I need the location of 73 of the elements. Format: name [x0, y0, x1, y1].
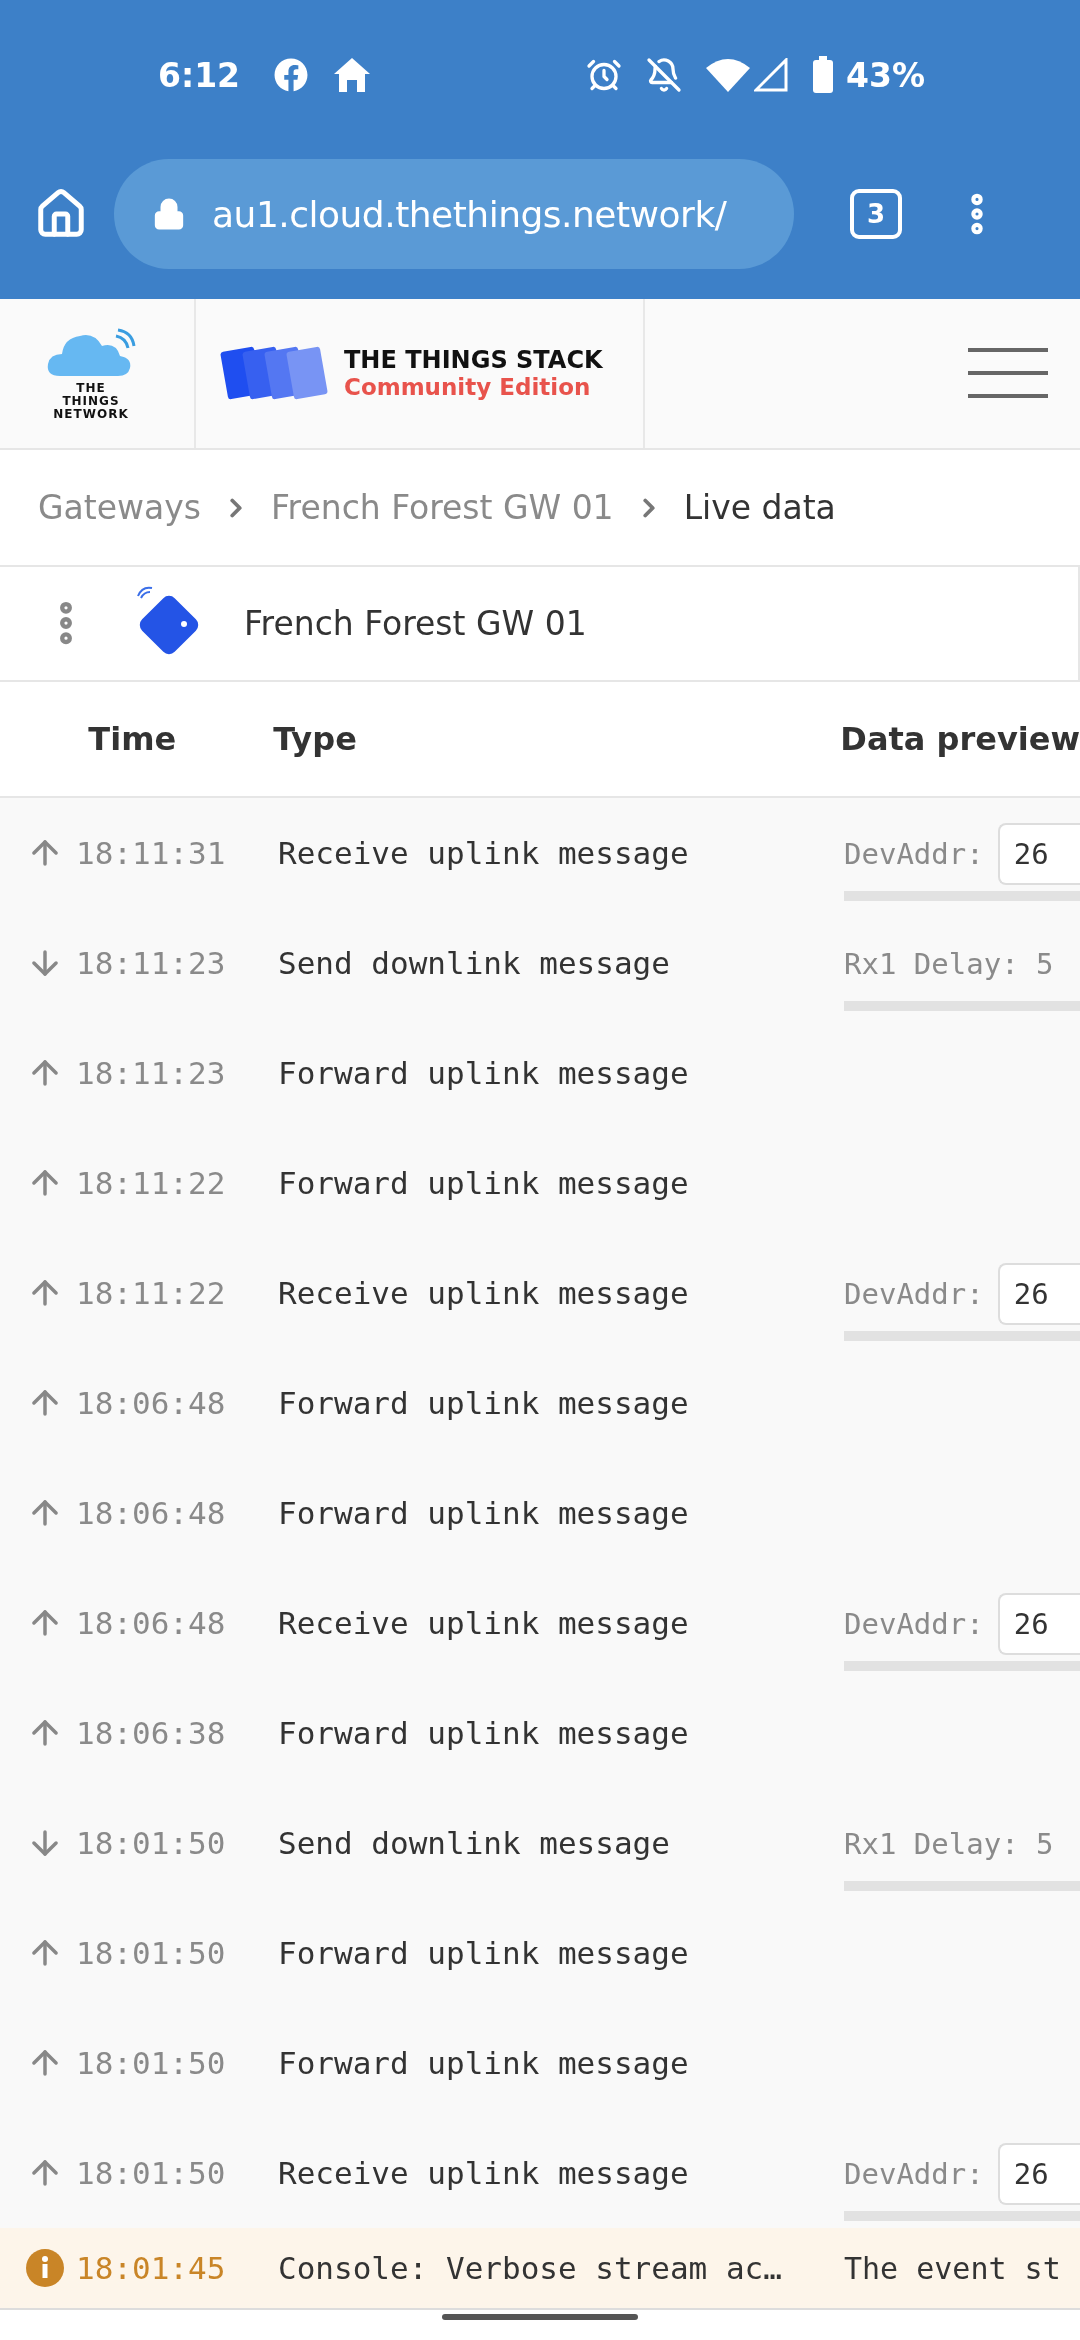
- gateway-name: French Forest GW 01: [244, 603, 587, 643]
- event-time: 18:01:50: [76, 1935, 227, 1972]
- event-time: 18:11:31: [76, 835, 227, 872]
- event-row[interactable]: 18:01:50 Forward uplink message: [0, 2008, 1080, 2119]
- event-type: Receive uplink message: [278, 1275, 690, 1312]
- preview-label: DevAddr:: [844, 1277, 984, 1312]
- event-type: Send downlink message: [278, 945, 671, 982]
- event-row-highlighted[interactable]: 18:01:45 Console: Verbose stream ac… The event st: [0, 2228, 1080, 2309]
- event-time: 18:01:50: [76, 2045, 227, 2082]
- signal-icon: [754, 58, 788, 92]
- event-time: 18:06:48: [76, 1385, 227, 1422]
- home-handle[interactable]: [442, 2314, 638, 2321]
- event-time: 18:06:48: [76, 1495, 227, 1532]
- clock: 6:12: [158, 55, 241, 95]
- column-header: Type: [273, 719, 358, 758]
- menu-button[interactable]: [968, 348, 1048, 399]
- event-type: Forward uplink message: [278, 1165, 690, 1202]
- battery-icon: [812, 56, 834, 94]
- event-time: 18:06:48: [76, 1605, 227, 1642]
- event-row[interactable]: 18:06:48 Forward uplink message: [0, 1348, 1080, 1459]
- event-type: Receive uplink message: [278, 2155, 690, 2192]
- event-type: Forward uplink message: [278, 1055, 690, 1092]
- info-icon: [26, 2249, 64, 2288]
- alarm-icon: [586, 57, 622, 93]
- event-type: Forward uplink message: [278, 1715, 690, 1752]
- preview-value: 26: [997, 2143, 1080, 2206]
- event-row[interactable]: 18:11:23 Send downlink message Rx1 Delay: 5: [0, 908, 1080, 1019]
- event-type: Receive uplink message: [278, 1605, 690, 1642]
- event-type: Forward uplink message: [278, 1495, 690, 1532]
- event-row[interactable]: 18:01:50 Forward uplink message: [0, 1898, 1080, 2009]
- event-time: 18:06:38: [76, 1715, 227, 1752]
- tab-count-button[interactable]: 3: [850, 189, 902, 240]
- preview-label: DevAddr:: [844, 2157, 984, 2192]
- event-row[interactable]: 18:11:23 Forward uplink message: [0, 1018, 1080, 1129]
- bell-off-icon: [646, 57, 682, 93]
- event-time: 18:11:23: [76, 1055, 227, 1092]
- column-header: Data preview: [840, 719, 1080, 758]
- facebook-icon: [274, 58, 309, 92]
- event-type: Forward uplink message: [278, 1935, 690, 1972]
- event-row[interactable]: 18:01:50 Send downlink message Rx1 Delay: 5: [0, 1788, 1080, 1899]
- event-row[interactable]: 18:11:22 Receive uplink message DevAddr: 26: [0, 1238, 1080, 1349]
- event-type: Forward uplink message: [278, 1385, 690, 1422]
- column-header: Time: [88, 719, 178, 758]
- preview-label: Rx1 Delay: 5: [844, 947, 1054, 982]
- event-time: 18:01:50: [76, 2155, 227, 2192]
- event-row[interactable]: 18:06:48 Forward uplink message: [0, 1458, 1080, 1569]
- event-type: Console: Verbose stream ac…: [278, 2250, 783, 2287]
- wifi-icon: [706, 58, 750, 92]
- battery-percent: 43%: [846, 55, 925, 95]
- event-type: Forward uplink message: [278, 2045, 690, 2082]
- event-time: 18:11:22: [76, 1275, 227, 1312]
- preview-label: Rx1 Delay: 5: [844, 1827, 1054, 1862]
- event-row[interactable]: 18:06:38 Forward uplink message: [0, 1678, 1080, 1789]
- event-row[interactable]: 18:11:22 Forward uplink message: [0, 1128, 1080, 1239]
- network-logo-text: THE THINGS NETWORK: [52, 381, 130, 421]
- product-title: THE THINGS STACK: [344, 346, 603, 375]
- event-row[interactable]: 18:11:31 Receive uplink message DevAddr: 26: [0, 798, 1080, 909]
- event-row[interactable]: 18:06:48 Receive uplink message DevAddr: 26: [0, 1568, 1080, 1679]
- preview-value: 26: [997, 823, 1080, 886]
- preview-value: 26: [997, 1593, 1080, 1656]
- lock-icon: [152, 197, 186, 232]
- preview-label: DevAddr:: [844, 1607, 984, 1642]
- preview-text: The event st: [844, 2250, 1061, 2286]
- event-type: Send downlink message: [278, 1825, 671, 1862]
- event-time: 18:11:22: [76, 1165, 227, 1202]
- product-subtitle: Community Edition: [344, 374, 592, 401]
- breadcrumb-link[interactable]: Live data: [683, 488, 836, 528]
- preview-label: DevAddr:: [844, 837, 984, 872]
- preview-value: 26: [997, 1263, 1080, 1326]
- event-type: Receive uplink message: [278, 835, 690, 872]
- event-time: 18:11:23: [76, 945, 227, 982]
- event-time: 18:01:50: [76, 1825, 227, 1862]
- event-time: 18:01:45: [76, 2250, 227, 2287]
